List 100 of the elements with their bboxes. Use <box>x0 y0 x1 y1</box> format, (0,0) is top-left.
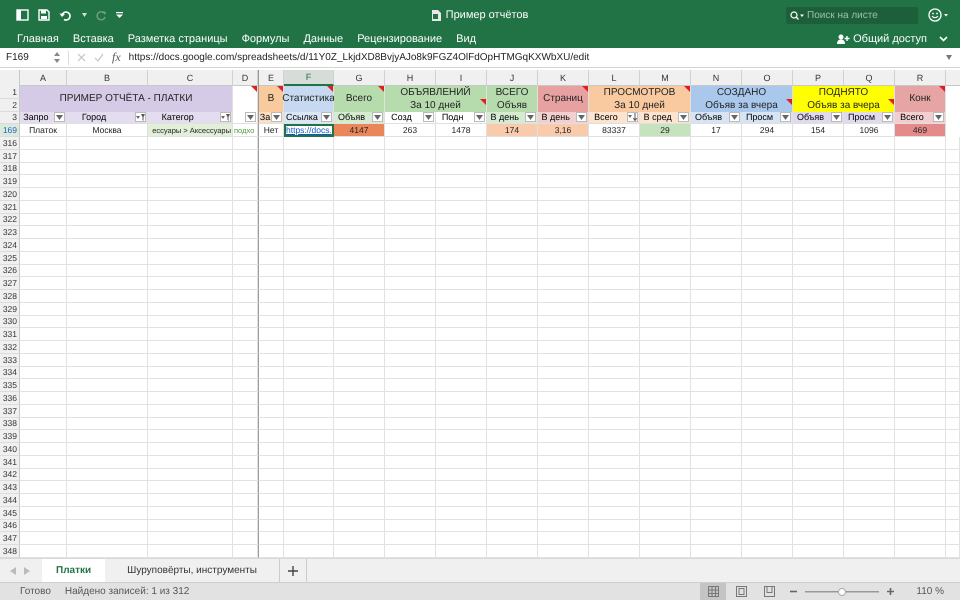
filter-button[interactable] <box>882 112 893 122</box>
filter-button[interactable] <box>134 112 146 122</box>
row-number[interactable]: 334 <box>0 366 20 380</box>
dropdown-arrow-icon <box>247 114 254 120</box>
filter-button[interactable] <box>576 112 587 122</box>
band-title: В <box>268 93 274 104</box>
row-number[interactable]: 324 <box>0 239 20 252</box>
cancel-icon[interactable] <box>77 53 86 62</box>
filter-button[interactable] <box>245 112 256 122</box>
ribbon-tab[interactable]: Разметка страницы <box>120 33 235 45</box>
row-number[interactable]: 337 <box>0 404 20 418</box>
row-number[interactable]: 322 <box>0 214 20 226</box>
sheet-tab[interactable]: Платки <box>42 559 106 582</box>
row-number[interactable]: 331 <box>0 328 20 341</box>
chevron-down-icon[interactable] <box>939 36 948 42</box>
row-number[interactable]: 346 <box>0 520 20 532</box>
stepper-icon[interactable] <box>54 52 60 63</box>
filter-button[interactable] <box>780 112 791 122</box>
column-letter[interactable]: F <box>284 70 334 86</box>
zoom-in-icon[interactable] <box>887 588 894 595</box>
row-number[interactable]: 344 <box>0 494 20 507</box>
band-subtitle: Объяв за вчера <box>807 100 880 111</box>
dropdown-arrow-icon <box>424 114 432 120</box>
zoom-out-icon[interactable] <box>790 590 798 593</box>
filter-button[interactable] <box>932 112 944 122</box>
normal-view-button[interactable] <box>700 582 726 600</box>
filter-button[interactable] <box>271 112 282 122</box>
band-subtitle: Объяв за вчера <box>705 100 778 111</box>
search-box[interactable]: Поиск на листе <box>786 6 918 24</box>
row-number[interactable]: 317 <box>0 150 20 162</box>
row-number[interactable]: 321 <box>0 200 20 214</box>
filter-button[interactable] <box>474 112 485 122</box>
scroll-right-icon[interactable] <box>24 566 30 574</box>
row-number[interactable]: 342 <box>0 468 20 482</box>
row-number[interactable]: 343 <box>0 481 20 494</box>
name-box[interactable]: F169 <box>6 52 46 63</box>
link-cell[interactable]: https://docs. <box>284 124 334 137</box>
share-button[interactable]: Общий доступ <box>833 33 931 45</box>
filter-button[interactable] <box>831 112 842 122</box>
search-icon[interactable] <box>790 10 804 20</box>
confirm-icon[interactable] <box>94 53 104 62</box>
filter-button[interactable] <box>320 112 332 122</box>
formula-field[interactable]: https://docs.google.com/spreadsheets/d/11Y0Z_LkjdXD8BvjyAJo8k9FGZ4OlFdOpHTMGqKXWbXU/edit <box>128 52 938 63</box>
expand-caret-icon[interactable] <box>946 55 952 60</box>
band-title: ПОДНЯТО <box>818 86 868 98</box>
sheet-tab[interactable]: Шуруповёрты, инструменты <box>113 559 271 582</box>
row-number[interactable]: 316 <box>0 137 20 150</box>
customize-caret-icon[interactable] <box>116 12 123 18</box>
row-number[interactable]: 348 <box>0 545 20 558</box>
ribbon-tab[interactable]: Данные <box>296 33 350 45</box>
filter-button[interactable] <box>54 112 65 122</box>
search-field[interactable]: Поиск на листе <box>807 10 907 20</box>
row-number[interactable]: 328 <box>0 290 20 303</box>
row-number[interactable]: 1 <box>0 86 20 99</box>
table-cell: Нет <box>258 124 284 137</box>
row-number[interactable]: 3 <box>0 112 20 124</box>
row-number[interactable]: 318 <box>0 162 20 176</box>
row-number[interactable]: 333 <box>0 354 20 366</box>
row-number[interactable]: 339 <box>0 430 20 443</box>
filter-button[interactable] <box>220 112 231 122</box>
select-all-corner[interactable] <box>0 70 20 86</box>
ribbon-tab[interactable]: Главная <box>10 33 66 45</box>
header-label: Просм <box>746 112 774 122</box>
row-number[interactable]: 323 <box>0 226 20 239</box>
ribbon-tab[interactable]: Вставка <box>66 33 121 45</box>
ribbon-tab[interactable]: Формулы <box>234 33 296 45</box>
row-number[interactable]: 336 <box>0 392 20 405</box>
row-number[interactable]: 319 <box>0 175 20 188</box>
filter-button[interactable] <box>422 112 434 122</box>
row-number[interactable]: 169 <box>0 124 20 137</box>
row-number[interactable]: 329 <box>0 302 20 316</box>
caret-icon[interactable] <box>82 13 87 17</box>
row-number[interactable]: 345 <box>0 506 20 520</box>
filter-button[interactable] <box>626 112 638 122</box>
insert-function-button[interactable]: fx <box>112 50 121 65</box>
ribbon-tab[interactable]: Вид <box>449 33 484 45</box>
row-number[interactable]: 326 <box>0 264 20 278</box>
ribbon-tab[interactable]: Рецензирование <box>350 33 450 45</box>
save-icon[interactable] <box>38 9 50 21</box>
row-number[interactable]: 338 <box>0 418 20 430</box>
filter-button[interactable] <box>678 112 689 122</box>
slider-thumb[interactable] <box>838 588 846 596</box>
scroll-left-icon[interactable] <box>10 566 16 574</box>
row-number[interactable]: 335 <box>0 379 20 392</box>
row-number[interactable]: 341 <box>0 456 20 468</box>
row-number[interactable]: 2 <box>0 98 20 112</box>
sidebar-icon[interactable] <box>16 9 29 21</box>
row-number[interactable]: 340 <box>0 443 20 456</box>
row-number[interactable]: 330 <box>0 316 20 328</box>
row-number[interactable]: 327 <box>0 277 20 290</box>
undo-icon[interactable] <box>59 10 73 20</box>
row-number[interactable]: 320 <box>0 188 20 201</box>
smiley-icon[interactable] <box>928 8 950 22</box>
row-number[interactable]: 325 <box>0 252 20 264</box>
row-number[interactable]: 332 <box>0 341 20 354</box>
header-label: В день <box>490 112 519 122</box>
row-number[interactable]: 347 <box>0 532 20 545</box>
filter-button[interactable] <box>372 112 383 122</box>
filter-button[interactable] <box>729 112 740 122</box>
filter-button[interactable] <box>524 112 536 122</box>
